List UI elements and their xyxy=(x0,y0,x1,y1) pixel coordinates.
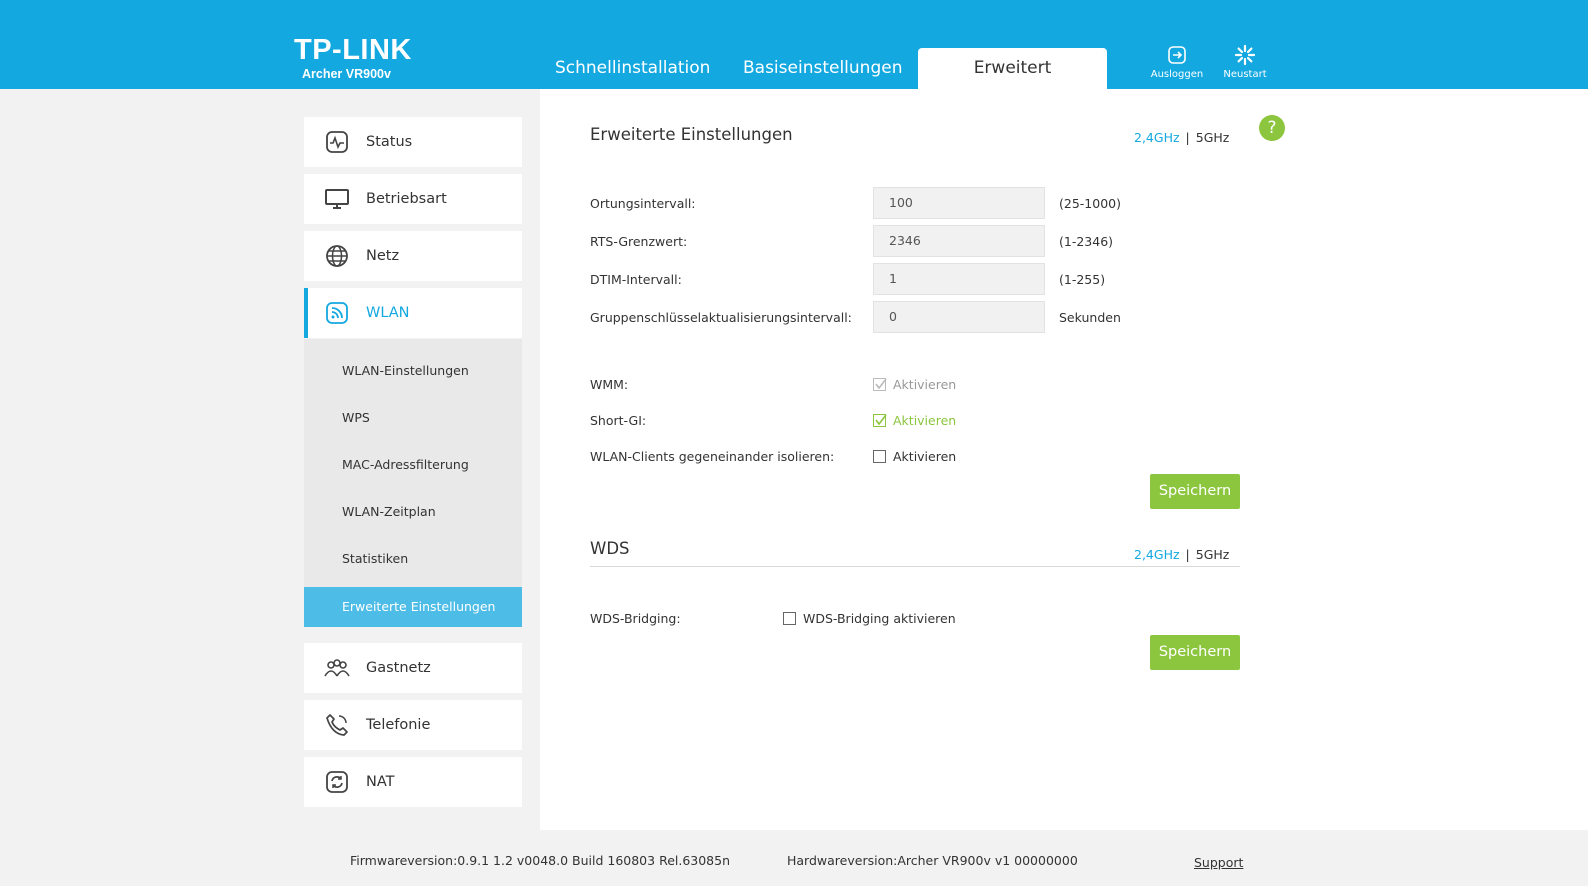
wds-title: WDS xyxy=(590,539,630,558)
wds-band-selector: 2,4GHz | 5GHz xyxy=(1134,547,1229,562)
help-icon[interactable]: ? xyxy=(1259,115,1285,141)
nat-icon xyxy=(324,769,350,795)
beacon-interval-hint: (25-1000) xyxy=(1059,196,1121,211)
phone-icon xyxy=(324,712,350,738)
sidebar-item-label: WLAN xyxy=(366,305,410,321)
rts-threshold-input[interactable]: 2346 xyxy=(873,225,1045,257)
check-icon xyxy=(875,378,887,390)
dtim-interval-hint: (1-255) xyxy=(1059,272,1106,287)
sidebar-item-nat[interactable]: NAT xyxy=(304,757,522,807)
status-icon xyxy=(324,129,350,155)
client-isolation-label: WLAN-Clients gegeneinander isolieren: xyxy=(590,449,835,464)
section-divider xyxy=(590,566,1240,567)
sidebar-sub-wps[interactable]: WPS xyxy=(304,398,522,438)
beacon-interval-input[interactable]: 100 xyxy=(873,187,1045,219)
tab-schnellinstallation[interactable]: Schnellinstallation xyxy=(555,48,710,89)
tab-erweitert[interactable]: Erweitert xyxy=(918,48,1107,89)
monitor-icon xyxy=(324,186,350,212)
wmm-option-label: Aktivieren xyxy=(893,377,957,392)
model-name: Archer VR900v xyxy=(302,67,391,81)
rts-threshold-label: RTS-Grenzwert: xyxy=(590,234,688,249)
tab-basiseinstellungen[interactable]: Basiseinstellungen xyxy=(743,48,902,89)
firmware-version: Firmwareversion:0.9.1 1.2 v0048.0 Build … xyxy=(350,853,731,868)
top-header: TP-LINK Archer VR900v Schnellinstallatio… xyxy=(0,0,1588,89)
logout-button[interactable]: Ausloggen xyxy=(1142,44,1212,80)
short-gi-label: Short-GI: xyxy=(590,413,647,428)
brand-logo: TP-LINK xyxy=(294,34,412,66)
sidebar-item-label: Gastnetz xyxy=(366,660,431,676)
hardware-version: Hardwareversion:Archer VR900v v1 0000000… xyxy=(787,853,1078,868)
group-key-interval-input[interactable]: 0 xyxy=(873,301,1045,333)
logout-icon xyxy=(1168,46,1186,64)
save-button[interactable]: Speichern xyxy=(1150,474,1240,509)
wmm-label: WMM: xyxy=(590,377,629,392)
sidebar-item-netz[interactable]: Netz xyxy=(304,231,522,281)
group-key-interval-label: Gruppenschlüsselaktualisierungsintervall… xyxy=(590,310,852,325)
wds-bridging-option-label: WDS-Bridging aktivieren xyxy=(803,611,956,626)
client-isolation-checkbox[interactable] xyxy=(873,450,886,463)
band-5ghz-link[interactable]: 5GHz xyxy=(1196,130,1230,145)
guests-icon xyxy=(324,655,350,681)
reboot-label: Neustart xyxy=(1223,69,1267,80)
footer: Firmwareversion:0.9.1 1.2 v0048.0 Build … xyxy=(0,830,1588,886)
wds-save-button[interactable]: Speichern xyxy=(1150,635,1240,670)
sidebar-item-status[interactable]: Status xyxy=(304,117,522,167)
dtim-interval-label: DTIM-Intervall: xyxy=(590,272,682,287)
band-separator: | xyxy=(1185,130,1190,145)
sidebar-item-label: Betriebsart xyxy=(366,191,447,207)
wlan-submenu: WLAN-Einstellungen WPS MAC-Adressfilteru… xyxy=(304,339,522,627)
sidebar-sub-statistiken[interactable]: Statistiken xyxy=(304,539,522,579)
sidebar-sub-mac-filter[interactable]: MAC-Adressfilterung xyxy=(304,445,522,485)
rts-threshold-hint: (1-2346) xyxy=(1059,234,1114,249)
check-icon xyxy=(875,414,887,426)
wifi-icon xyxy=(324,300,350,326)
group-key-interval-hint: Sekunden xyxy=(1059,310,1121,325)
globe-icon xyxy=(324,243,350,269)
sidebar-item-betriebsart[interactable]: Betriebsart xyxy=(304,174,522,224)
wmm-checkbox[interactable] xyxy=(873,378,887,391)
beacon-interval-label: Ortungsintervall: xyxy=(590,196,696,211)
wds-band-5ghz-link[interactable]: 5GHz xyxy=(1196,547,1230,562)
client-isolation-option-label: Aktivieren xyxy=(893,449,957,464)
band-selector: 2,4GHz | 5GHz xyxy=(1134,130,1229,145)
short-gi-option-label: Aktivieren xyxy=(893,413,957,428)
reboot-button[interactable]: Neustart xyxy=(1210,44,1280,80)
sidebar-item-label: Netz xyxy=(366,248,400,264)
sidebar-sub-wlan-zeitplan[interactable]: WLAN-Zeitplan xyxy=(304,492,522,532)
short-gi-checkbox[interactable] xyxy=(873,414,887,427)
wds-bridging-checkbox[interactable] xyxy=(783,612,796,625)
band-24ghz-link[interactable]: 2,4GHz xyxy=(1134,130,1180,145)
sidebar-item-label: Status xyxy=(366,134,413,150)
page-title: Erweiterte Einstellungen xyxy=(590,125,793,144)
sidebar-item-gastnetz[interactable]: Gastnetz xyxy=(304,643,522,693)
dtim-interval-input[interactable]: 1 xyxy=(873,263,1045,295)
sidebar-item-telefonie[interactable]: Telefonie xyxy=(304,700,522,750)
band-separator: | xyxy=(1185,547,1190,562)
sidebar-item-label: Telefonie xyxy=(366,717,431,733)
sidebar-sub-wlan-einstellungen[interactable]: WLAN-Einstellungen xyxy=(304,351,522,391)
sidebar-item-wlan[interactable]: WLAN xyxy=(304,288,522,338)
wds-band-24ghz-link[interactable]: 2,4GHz xyxy=(1134,547,1180,562)
support-link[interactable]: Support xyxy=(1194,855,1243,870)
sidebar-sub-erweiterte-einstellungen[interactable]: Erweiterte Einstellungen xyxy=(304,587,522,627)
wds-bridging-label: WDS-Bridging: xyxy=(590,611,681,626)
logout-label: Ausloggen xyxy=(1150,69,1204,80)
reboot-icon xyxy=(1234,44,1256,66)
sidebar-item-label: NAT xyxy=(366,774,395,790)
